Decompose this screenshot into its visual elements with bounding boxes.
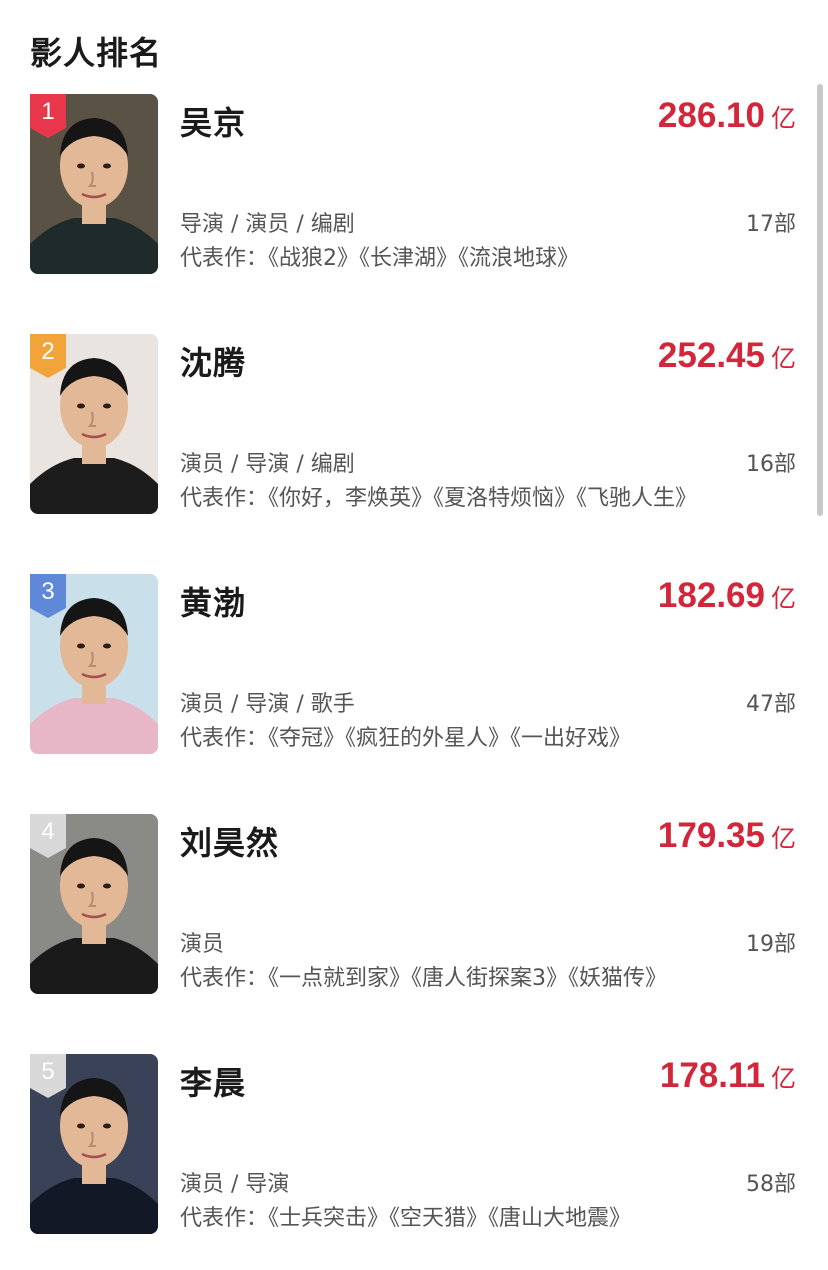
film-count: 17部 — [746, 212, 796, 237]
rank-badge: 5 — [30, 1054, 66, 1098]
actor-roles: 导演 / 演员 / 编剧 — [180, 212, 355, 237]
actor-name[interactable]: 李晨 — [180, 1058, 246, 1104]
actor-name[interactable]: 刘昊然 — [180, 818, 279, 864]
rank-number: 1 — [41, 98, 55, 125]
rank-number: 3 — [41, 578, 55, 605]
ranking-item[interactable]: 1 吴京 286.10 亿 导演 / 演员 / 编剧 17部 代表作：《战狼2》《… — [0, 94, 828, 276]
box-office: 286.10 亿 — [658, 96, 796, 136]
box-office-amount: 178.11 — [659, 1056, 765, 1095]
rank-badge: 2 — [30, 334, 66, 378]
actor-name[interactable]: 吴京 — [180, 98, 246, 144]
box-office: 178.11 亿 — [660, 1056, 796, 1096]
representative-works: 代表作：《你好，李焕英》《夏洛特烦恼》《飞驰人生》 — [180, 486, 698, 511]
representative-works: 代表作：《战狼2》《长津湖》《流浪地球》 — [180, 246, 579, 271]
box-office: 252.45 亿 — [658, 336, 796, 376]
rank-badge: 3 — [30, 574, 66, 618]
actor-roles: 演员 — [180, 932, 225, 957]
ranking-item[interactable]: 2 沈腾 252.45 亿 演员 / 导演 / 编剧 16部 代表作：《你好，李焕… — [0, 334, 828, 516]
box-office-amount: 182.69 — [657, 576, 765, 615]
rank-number: 5 — [41, 1058, 55, 1085]
box-office-unit: 亿 — [770, 104, 796, 133]
actor-roles: 演员 / 导演 — [180, 1172, 290, 1197]
box-office: 182.69 亿 — [658, 576, 796, 616]
film-count: 19部 — [746, 932, 796, 957]
scrollbar[interactable] — [817, 84, 823, 516]
box-office-unit: 亿 — [770, 584, 796, 613]
actor-roles: 演员 / 导演 / 编剧 — [180, 452, 355, 477]
actor-roles: 演员 / 导演 / 歌手 — [180, 692, 355, 717]
ranking-list: 1 吴京 286.10 亿 导演 / 演员 / 编剧 17部 代表作：《战狼2》《… — [0, 0, 828, 1270]
ranking-item[interactable]: 4 刘昊然 179.35 亿 演员 19部 代表作：《一点就到家》《唐人街探案3》… — [0, 814, 828, 996]
representative-works: 代表作：《一点就到家》《唐人街探案3》《妖猫传》 — [180, 966, 667, 991]
rank-badge: 1 — [30, 94, 66, 138]
box-office: 179.35 亿 — [658, 816, 796, 856]
film-count: 47部 — [746, 692, 796, 717]
representative-works: 代表作：《士兵突击》《空天猎》《唐山大地震》 — [180, 1206, 632, 1231]
film-count: 58部 — [746, 1172, 796, 1197]
representative-works: 代表作：《夺冠》《疯狂的外星人》《一出好戏》 — [180, 726, 632, 751]
box-office-unit: 亿 — [770, 824, 796, 853]
rank-number: 2 — [41, 338, 55, 365]
actor-name[interactable]: 沈腾 — [180, 338, 246, 384]
ranking-item[interactable]: 5 李晨 178.11 亿 演员 / 导演 58部 代表作：《士兵突击》《空天猎》… — [0, 1054, 828, 1236]
box-office-amount: 179.35 — [657, 816, 765, 855]
box-office-amount: 252.45 — [657, 336, 765, 375]
film-count: 16部 — [746, 452, 796, 477]
box-office-amount: 286.10 — [657, 96, 765, 135]
box-office-unit: 亿 — [770, 1064, 796, 1093]
ranking-item[interactable]: 3 黄渤 182.69 亿 演员 / 导演 / 歌手 47部 代表作：《夺冠》《疯… — [0, 574, 828, 756]
rank-badge: 4 — [30, 814, 66, 858]
rank-number: 4 — [41, 818, 55, 845]
box-office-unit: 亿 — [770, 344, 796, 373]
actor-name[interactable]: 黄渤 — [180, 578, 246, 624]
